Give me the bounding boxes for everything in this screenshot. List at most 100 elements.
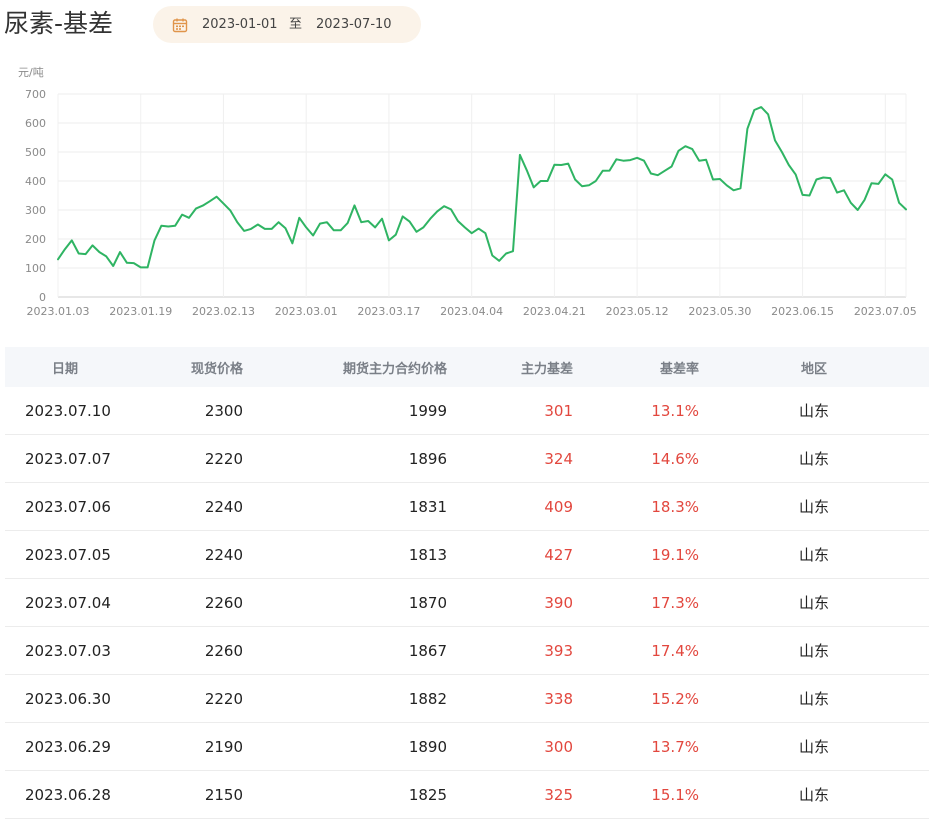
cell-basis-rate: 13.7% bbox=[651, 737, 699, 756]
header-date: 日期 bbox=[52, 361, 79, 377]
cell-basis-rate: 17.4% bbox=[651, 641, 699, 660]
cell-region: 山东 bbox=[798, 498, 829, 516]
page-title: 尿素-基差 bbox=[4, 9, 114, 38]
table-row: 2023.07.10 2300 1999 301 13.1% 山东 bbox=[5, 387, 929, 435]
x-tick-label: 2023.03.17 bbox=[357, 305, 420, 318]
cell-spot-price: 2240 bbox=[204, 497, 243, 516]
y-tick-label: 100 bbox=[25, 262, 46, 275]
cell-region: 山东 bbox=[798, 738, 829, 756]
cell-date: 2023.07.03 bbox=[25, 641, 111, 660]
cell-spot-price: 2240 bbox=[204, 545, 243, 564]
cell-basis: 300 bbox=[544, 737, 573, 756]
start-date-input[interactable]: 2023-01-01 bbox=[202, 16, 278, 33]
cell-date: 2023.07.04 bbox=[25, 593, 111, 612]
header-basis-rate: 基差率 bbox=[659, 361, 699, 377]
cell-futures-price: 1896 bbox=[408, 449, 447, 468]
y-tick-label: 500 bbox=[25, 146, 46, 159]
cell-spot-price: 2260 bbox=[204, 641, 243, 660]
x-tick-label: 2023.05.30 bbox=[688, 305, 751, 318]
x-tick-label: 2023.02.13 bbox=[192, 305, 255, 318]
cell-futures-price: 1825 bbox=[408, 785, 447, 804]
cell-region: 山东 bbox=[798, 690, 829, 708]
x-tick-label: 2023.04.21 bbox=[523, 305, 586, 318]
end-date-input[interactable]: 2023-07-10 bbox=[316, 16, 392, 33]
cell-region: 山东 bbox=[798, 786, 829, 804]
cell-basis: 409 bbox=[544, 497, 573, 516]
cell-date: 2023.07.07 bbox=[25, 449, 111, 468]
cell-futures-price: 1831 bbox=[408, 497, 447, 516]
y-tick-label: 300 bbox=[25, 204, 46, 217]
cell-futures-price: 1867 bbox=[408, 641, 447, 660]
x-tick-label: 2023.03.01 bbox=[275, 305, 338, 318]
cell-futures-price: 1870 bbox=[408, 593, 447, 612]
table-row: 2023.07.03 2260 1867 393 17.4% 山东 bbox=[5, 627, 929, 675]
basis-line-chart: 0 100 200 300 400 500 600 700 2023.01.03 2023.01.… bbox=[18, 66, 917, 318]
header-region: 地区 bbox=[800, 361, 827, 377]
cell-spot-price: 2190 bbox=[204, 737, 243, 756]
table-row: 2023.07.05 2240 1813 427 19.1% 山东 bbox=[5, 531, 929, 579]
cell-date: 2023.06.28 bbox=[25, 785, 111, 804]
cell-basis: 427 bbox=[544, 545, 573, 564]
cell-futures-price: 1890 bbox=[408, 737, 447, 756]
cell-spot-price: 2300 bbox=[204, 401, 243, 420]
cell-basis-rate: 18.3% bbox=[651, 497, 699, 516]
cell-basis: 301 bbox=[544, 401, 573, 420]
cell-region: 山东 bbox=[798, 546, 829, 564]
cell-spot-price: 2220 bbox=[204, 689, 243, 708]
cell-futures-price: 1999 bbox=[408, 401, 447, 420]
cell-spot-price: 2260 bbox=[204, 593, 243, 612]
calendar-icon bbox=[172, 18, 188, 33]
cell-date: 2023.07.05 bbox=[25, 545, 111, 564]
cell-region: 山东 bbox=[798, 642, 829, 660]
table-row: 2023.06.28 2150 1825 325 15.1% 山东 bbox=[5, 771, 929, 819]
table-row: 2023.07.04 2260 1870 390 17.3% 山东 bbox=[5, 579, 929, 627]
table-row: 2023.07.07 2220 1896 324 14.6% 山东 bbox=[5, 435, 929, 483]
header-spot-price: 现货价格 bbox=[190, 361, 243, 377]
y-tick-label: 600 bbox=[25, 117, 46, 130]
cell-basis: 390 bbox=[544, 593, 573, 612]
cell-basis-rate: 19.1% bbox=[651, 545, 699, 564]
x-tick-label: 2023.04.04 bbox=[440, 305, 503, 318]
cell-basis-rate: 14.6% bbox=[651, 449, 699, 468]
table-row: 2023.06.29 2190 1890 300 13.7% 山东 bbox=[5, 723, 929, 771]
cell-basis: 324 bbox=[544, 449, 573, 468]
date-separator: 至 bbox=[289, 17, 303, 32]
cell-basis-rate: 15.1% bbox=[651, 785, 699, 804]
cell-region: 山东 bbox=[798, 450, 829, 468]
y-unit-label: 元/吨 bbox=[18, 66, 44, 79]
cell-futures-price: 1882 bbox=[408, 689, 447, 708]
y-tick-label: 700 bbox=[25, 88, 46, 101]
table-body: 2023.07.10 2300 1999 301 13.1% 山东 2023.07.07 22… bbox=[5, 387, 929, 819]
basis-series-line bbox=[57, 106, 907, 269]
cell-basis: 338 bbox=[544, 689, 573, 708]
date-range-picker[interactable]: 2023-01-01 至 2023-07-10 bbox=[153, 6, 421, 43]
cell-date: 2023.07.10 bbox=[25, 401, 111, 420]
table-header: 日期 现货价格 期货主力合约价格 主力基差 基差率 地区 bbox=[5, 347, 929, 387]
x-tick-label: 2023.05.12 bbox=[606, 305, 669, 318]
cell-date: 2023.06.30 bbox=[25, 689, 111, 708]
cell-basis-rate: 15.2% bbox=[651, 689, 699, 708]
table-row: 2023.07.06 2240 1831 409 18.3% 山东 bbox=[5, 483, 929, 531]
cell-basis-rate: 17.3% bbox=[651, 593, 699, 612]
table-row: 2023.06.30 2220 1882 338 15.2% 山东 bbox=[5, 675, 929, 723]
y-tick-label: 0 bbox=[39, 291, 46, 304]
cell-region: 山东 bbox=[798, 402, 829, 420]
cell-region: 山东 bbox=[798, 594, 829, 612]
x-tick-label: 2023.06.15 bbox=[771, 305, 834, 318]
cell-spot-price: 2150 bbox=[204, 785, 243, 804]
x-tick-label: 2023.01.03 bbox=[27, 305, 90, 318]
cell-date: 2023.06.29 bbox=[25, 737, 111, 756]
cell-date: 2023.07.06 bbox=[25, 497, 111, 516]
header-futures-price: 期货主力合约价格 bbox=[342, 361, 447, 377]
cell-basis: 325 bbox=[544, 785, 573, 804]
cell-spot-price: 2220 bbox=[204, 449, 243, 468]
y-tick-label: 200 bbox=[25, 233, 46, 246]
cell-basis-rate: 13.1% bbox=[651, 401, 699, 420]
cell-basis: 393 bbox=[544, 641, 573, 660]
basis-table: 日期 现货价格 期货主力合约价格 主力基差 基差率 地区 2023.07.10 2… bbox=[5, 347, 929, 819]
header-basis: 主力基差 bbox=[520, 361, 573, 377]
y-tick-label: 400 bbox=[25, 175, 46, 188]
cell-futures-price: 1813 bbox=[408, 545, 447, 564]
x-tick-label: 2023.01.19 bbox=[109, 305, 172, 318]
x-tick-label: 2023.07.05 bbox=[854, 305, 917, 318]
